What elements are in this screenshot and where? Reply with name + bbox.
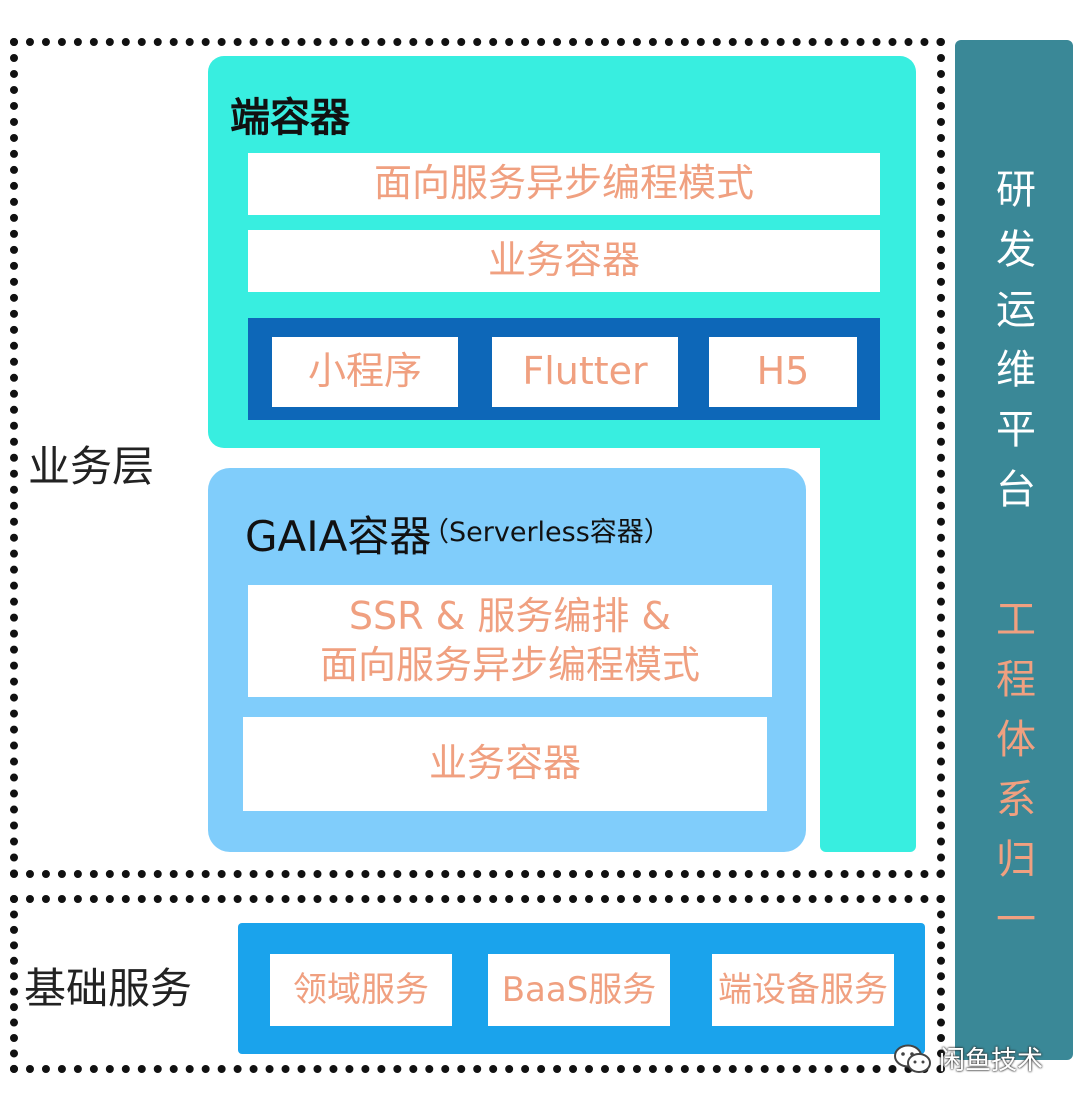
- watermark: 闲鱼技术: [893, 1040, 1043, 1077]
- watermark-text: 闲鱼技术: [939, 1046, 1044, 1076]
- end-container-title: 端容器: [230, 95, 350, 141]
- gaia-box-ssr: SSR & 服务编排 & 面向服务异步编程模式: [248, 585, 772, 697]
- gaia-box-ssr-line2: 面向服务异步编程模式: [319, 643, 700, 687]
- runtime-miniprogram: 小程序: [272, 337, 458, 407]
- business-layer-label: 业务层: [28, 442, 155, 491]
- end-container-stem: [820, 400, 916, 852]
- engineering-unification-label: 工程体系归一: [989, 598, 1035, 958]
- foundation-layer-label: 基础服务: [24, 964, 193, 1013]
- gaia-container-subtitle: （Serverless容器）: [422, 517, 671, 548]
- end-row-business-container: 业务容器: [248, 230, 880, 292]
- runtime-h5: H5: [709, 337, 857, 407]
- end-row-async-mode: 面向服务异步编程模式: [248, 153, 880, 215]
- service-device: 端设备服务: [712, 954, 894, 1026]
- service-domain: 领域服务: [270, 954, 452, 1026]
- wechat-icon: [893, 1043, 933, 1075]
- service-baas: BaaS服务: [488, 954, 670, 1026]
- devops-platform-label: 研发运维平台: [989, 168, 1035, 528]
- gaia-container-title: GAIA容器: [245, 512, 432, 561]
- gaia-box-ssr-line1: SSR & 服务编排 &: [348, 593, 672, 638]
- runtime-flutter: Flutter: [492, 337, 678, 407]
- gaia-box-business-container: 业务容器: [243, 717, 767, 811]
